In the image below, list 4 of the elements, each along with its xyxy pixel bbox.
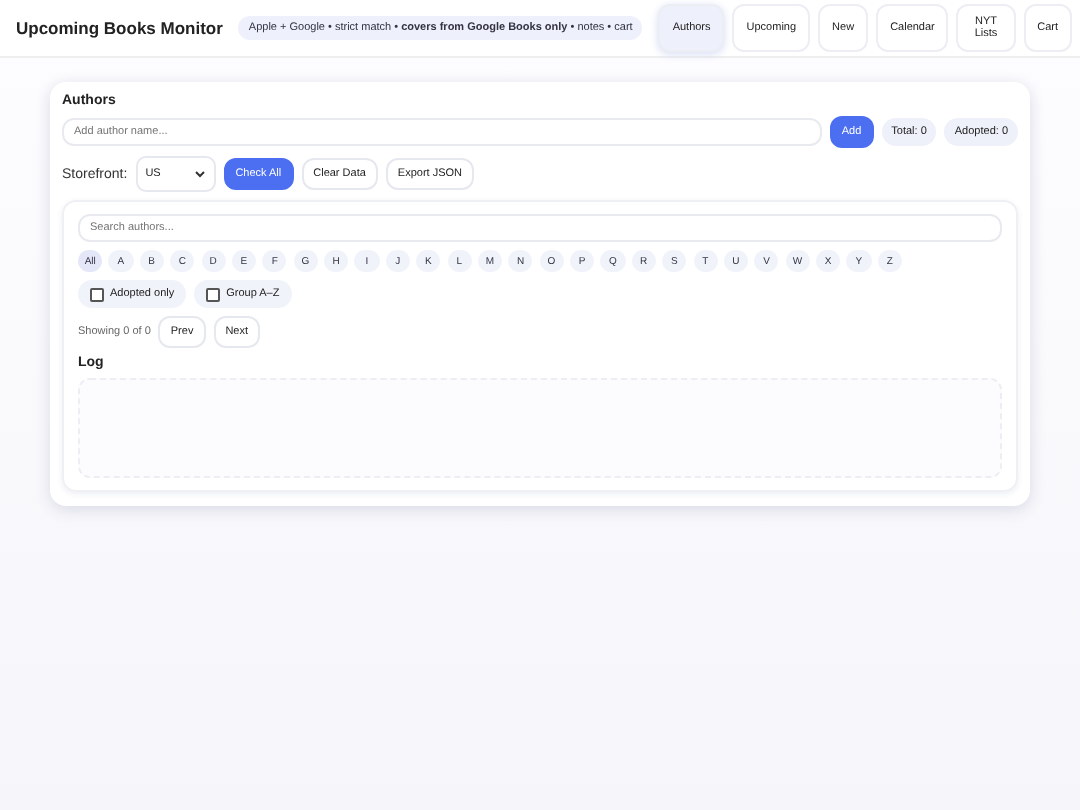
app-title: Upcoming Books Monitor xyxy=(16,18,223,38)
chevron-down-icon xyxy=(193,170,206,178)
checkbox[interactable] xyxy=(90,287,104,301)
checkbox[interactable] xyxy=(206,287,221,301)
